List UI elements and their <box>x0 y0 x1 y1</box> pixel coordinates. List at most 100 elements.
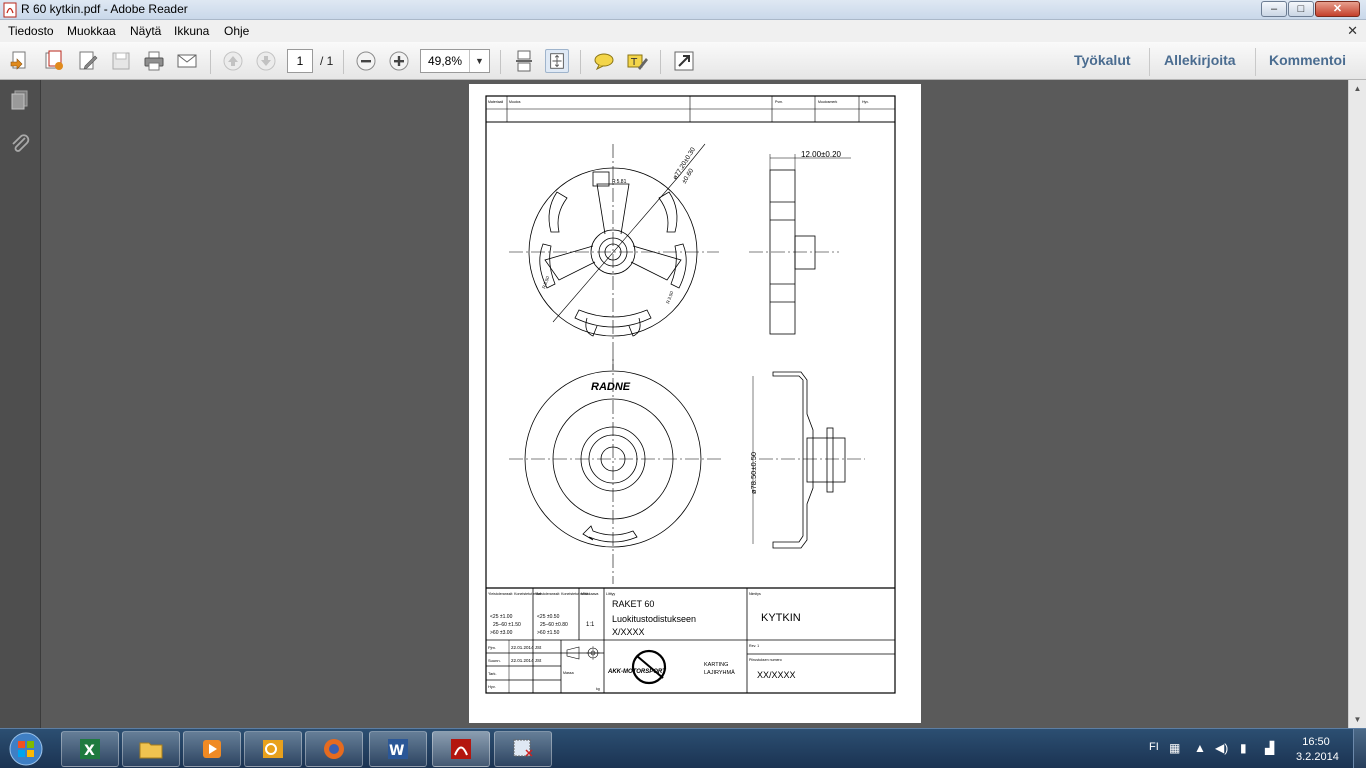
tolerance-title-1: Yleistoleranssit: Koneistetut mitat <box>488 592 541 596</box>
close-button[interactable]: ✕ <box>1315 1 1360 17</box>
scroll-down-icon[interactable]: ▼ <box>1349 711 1366 728</box>
drum-side-view: ø78.50±0.50 <box>749 371 865 549</box>
menu-window[interactable]: Ikkuna <box>174 24 209 38</box>
page-number-input[interactable]: 1 <box>287 49 313 73</box>
outlook-icon[interactable] <box>244 731 302 767</box>
keyboard-icon[interactable]: ▦ <box>1169 741 1180 755</box>
header-approved: Hyv. <box>862 100 869 104</box>
title-bar: R 60 kytkin.pdf - Adobe Reader – □ ✕ <box>0 0 1366 20</box>
clutch-front-view: ø77.20±0.30 ±0.60 R 5.81 R 3.50 R 3.50 <box>509 143 719 370</box>
dimension-radius-1: R 5.81 <box>612 179 627 185</box>
network-signal-icon[interactable]: ▟ <box>1265 741 1274 755</box>
next-page-icon[interactable] <box>254 49 278 73</box>
scale-value: 1:1 <box>586 622 595 628</box>
create-pdf-icon[interactable] <box>8 49 32 73</box>
menu-file[interactable]: Tiedosto <box>8 24 54 38</box>
minimize-button[interactable]: – <box>1261 1 1287 17</box>
volume-icon[interactable]: ◀) <box>1215 741 1228 755</box>
email-icon[interactable] <box>175 49 199 73</box>
description-line-2: Luokitustodistukseen <box>612 614 696 624</box>
header-date: Pvm. <box>775 100 783 104</box>
edit-icon[interactable] <box>76 49 100 73</box>
zoom-out-icon[interactable] <box>354 49 378 73</box>
page-thumbnails-icon[interactable] <box>8 88 32 112</box>
comment-icon[interactable] <box>592 49 616 73</box>
description-line-1: RAKET 60 <box>612 599 654 609</box>
tab-comment[interactable]: Kommentoi <box>1269 52 1346 68</box>
tolerance-row-3: >60 ±3.00 <box>490 630 513 636</box>
fullscreen-icon[interactable] <box>672 49 696 73</box>
toolbar-separator <box>210 50 211 74</box>
tolerance2-row-1: <25 ±0.50 <box>537 614 560 620</box>
toolbar-separator <box>500 50 501 74</box>
toolbar: 1 / 1 49,8% ▼ T Työkalut Allekirjoita Ko… <box>0 42 1366 80</box>
menu-view[interactable]: Näytä <box>130 24 161 38</box>
show-hidden-icons-icon[interactable]: ▲ <box>1194 741 1206 755</box>
previous-page-icon[interactable] <box>221 49 245 73</box>
title-block: Yleistoleranssit: Koneistetut mitat <25 … <box>486 587 895 693</box>
fit-page-icon[interactable] <box>545 49 569 73</box>
toolbar-separator <box>1255 48 1256 76</box>
toolbar-separator <box>660 50 661 74</box>
scrolling-mode-icon[interactable] <box>512 49 536 73</box>
zoom-in-icon[interactable] <box>387 49 411 73</box>
vertical-scrollbar[interactable]: ▲ ▼ <box>1348 80 1366 728</box>
maximize-button[interactable]: □ <box>1288 1 1314 17</box>
scroll-up-icon[interactable]: ▲ <box>1349 80 1366 97</box>
dimension-radius-3: R 3.50 <box>665 290 674 304</box>
save-icon[interactable] <box>109 49 133 73</box>
system-clock[interactable]: 16:50 3.2.2014 <box>1296 735 1339 765</box>
clock-date: 3.2.2014 <box>1296 751 1339 763</box>
mass-label: Massa <box>563 671 574 675</box>
tab-sign[interactable]: Allekirjoita <box>1164 52 1236 68</box>
media-player-icon[interactable] <box>183 731 241 767</box>
row-label-approved: Hyv. <box>488 684 496 689</box>
brand-logo-text: RADNE <box>591 381 631 393</box>
row-value-drawn: 22.01.2014 JSt <box>511 645 542 650</box>
close-document-icon[interactable]: ✕ <box>1347 23 1358 39</box>
drum-front-view: RADNE <box>509 356 721 584</box>
highlight-icon[interactable]: T <box>625 49 649 73</box>
drawing-border <box>485 95 896 694</box>
show-desktop-button[interactable] <box>1353 729 1366 768</box>
print-icon[interactable] <box>142 49 166 73</box>
header-material: Materiaali <box>488 100 503 104</box>
tolerance2-row-2: 25–60 ±0.80 <box>540 622 568 628</box>
svg-text:T: T <box>630 57 638 68</box>
attachments-icon[interactable] <box>8 132 32 156</box>
menu-help[interactable]: Ohje <box>224 24 249 38</box>
row-label-drawn: Pjm. <box>488 645 496 650</box>
combine-files-icon[interactable] <box>42 49 66 73</box>
explorer-icon[interactable] <box>122 731 180 767</box>
adobe-reader-icon[interactable] <box>432 731 490 767</box>
chevron-down-icon[interactable]: ▼ <box>469 50 489 72</box>
zoom-level-select[interactable]: 49,8% ▼ <box>420 49 490 73</box>
firefox-icon[interactable] <box>305 731 363 767</box>
tolerance-title-2: Yleistoleranssit: Koneistetut mitat <box>535 592 588 596</box>
company-name: AKK-MOTORSPORT <box>607 669 667 675</box>
header-change: Muutos <box>509 100 521 104</box>
row-value-designed: 22.01.2014 JSt <box>511 658 542 663</box>
excel-icon[interactable]: X <box>61 731 119 767</box>
tolerance-row-1: <25 ±1.00 <box>490 614 513 620</box>
menu-bar: Tiedosto Muokkaa Näytä Ikkuna Ohje ✕ <box>0 20 1366 42</box>
document-page[interactable]: Materiaali Muutos Pvm. Muutosmerk Hyv. ø… <box>469 84 921 723</box>
menu-edit[interactable]: Muokkaa <box>67 24 116 38</box>
title-label: Nimitys <box>749 592 761 596</box>
mass-unit: kg <box>596 687 600 691</box>
row-label-designed: Suunn. <box>488 658 501 663</box>
pdf-file-icon <box>3 2 17 18</box>
power-icon[interactable]: ▮ <box>1240 741 1247 755</box>
dimension-diameter-bottom: ø78.50±0.50 <box>749 452 758 494</box>
snipping-tool-icon[interactable] <box>494 731 552 767</box>
header-change-mark: Muutosmerk <box>818 100 838 104</box>
language-indicator[interactable]: FI <box>1149 741 1159 753</box>
dimension-width: 12.00±0.20 <box>801 150 842 159</box>
word-icon[interactable]: W <box>369 731 427 767</box>
windows-start-icon[interactable] <box>4 731 48 767</box>
tab-tools[interactable]: Työkalut <box>1074 52 1131 68</box>
part-name: KYTKIN <box>761 612 801 624</box>
toolbar-separator <box>580 50 581 74</box>
group-line-2: LAJIRYHMÄ <box>704 669 735 676</box>
svg-text:W: W <box>389 743 404 759</box>
